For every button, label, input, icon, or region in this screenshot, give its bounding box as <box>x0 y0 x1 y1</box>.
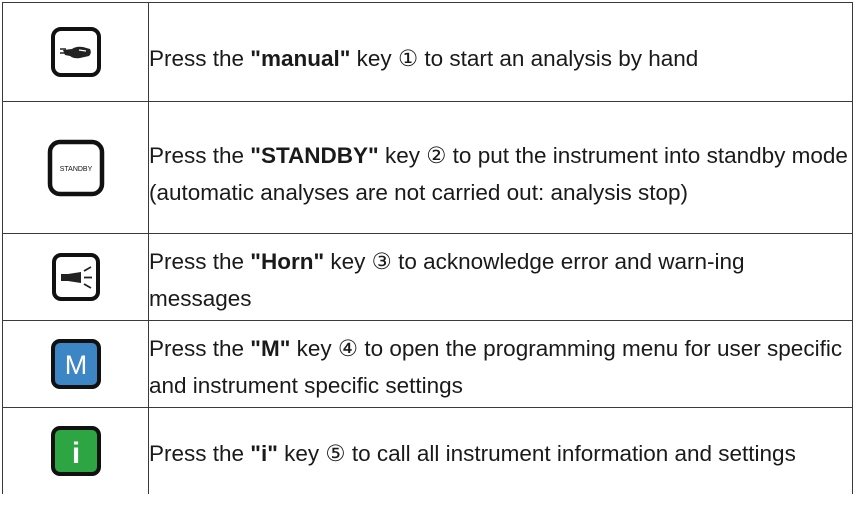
standby-key-label: STANDBY <box>59 166 92 173</box>
description-text: Press the "manual" key ① to start an ana… <box>149 45 699 71</box>
table-row: Press the "Horn" key ③ to acknowledge er… <box>2 233 853 321</box>
icon-cell <box>2 2 149 102</box>
key-name: "Horn" <box>250 248 325 274</box>
m-key-icon[interactable]: M <box>50 338 102 390</box>
description-cell: Press the "manual" key ① to start an ana… <box>148 2 853 102</box>
circled-number: ③ <box>371 248 392 274</box>
icon-cell <box>2 233 149 321</box>
table-row: STANDBY Press the "STANDBY" key ② to put… <box>2 101 853 234</box>
icon-cell: M <box>2 320 149 408</box>
icon-cell: i <box>2 407 149 494</box>
info-key-icon[interactable]: i <box>50 425 102 477</box>
standby-key-icon[interactable]: STANDBY <box>47 139 105 197</box>
description-cell: Press the "M" key ④ to open the programm… <box>148 320 853 408</box>
circled-number: ④ <box>337 335 359 361</box>
table-row: i Press the "i" key ⑤ to call all instru… <box>2 407 853 494</box>
icon-cell: STANDBY <box>2 101 149 234</box>
horn-icon[interactable] <box>51 252 101 302</box>
table-row: Press the "manual" key ① to start an ana… <box>2 2 853 102</box>
key-name: "manual" <box>250 45 351 71</box>
table-row: M Press the "M" key ④ to open the progra… <box>2 320 853 408</box>
description-cell: Press the "Horn" key ③ to acknowledge er… <box>148 233 853 321</box>
description-text: Press the "M" key ④ to open the programm… <box>149 335 843 398</box>
description-text: Press the "Horn" key ③ to acknowledge er… <box>149 248 745 311</box>
circled-number: ⑤ <box>325 441 346 466</box>
key-name: "M" <box>250 335 291 361</box>
key-name: "i" <box>250 441 278 466</box>
description-text: Press the "i" key ⑤ to call all instrume… <box>149 441 796 466</box>
description-cell: Press the "i" key ⑤ to call all instrume… <box>148 407 853 494</box>
circled-number: ② <box>426 142 447 168</box>
description-text: Press the "STANDBY" key ② to put the ins… <box>149 142 848 205</box>
key-function-table: Press the "manual" key ① to start an ana… <box>2 2 853 494</box>
key-function-table-page: Press the "manual" key ① to start an ana… <box>0 0 858 524</box>
description-cell: Press the "STANDBY" key ② to put the ins… <box>148 101 853 234</box>
m-key-label: M <box>64 350 87 380</box>
hand-icon[interactable] <box>50 26 102 78</box>
circled-number: ① <box>397 45 419 71</box>
key-name: "STANDBY" <box>250 142 379 168</box>
i-key-label: i <box>71 437 79 470</box>
